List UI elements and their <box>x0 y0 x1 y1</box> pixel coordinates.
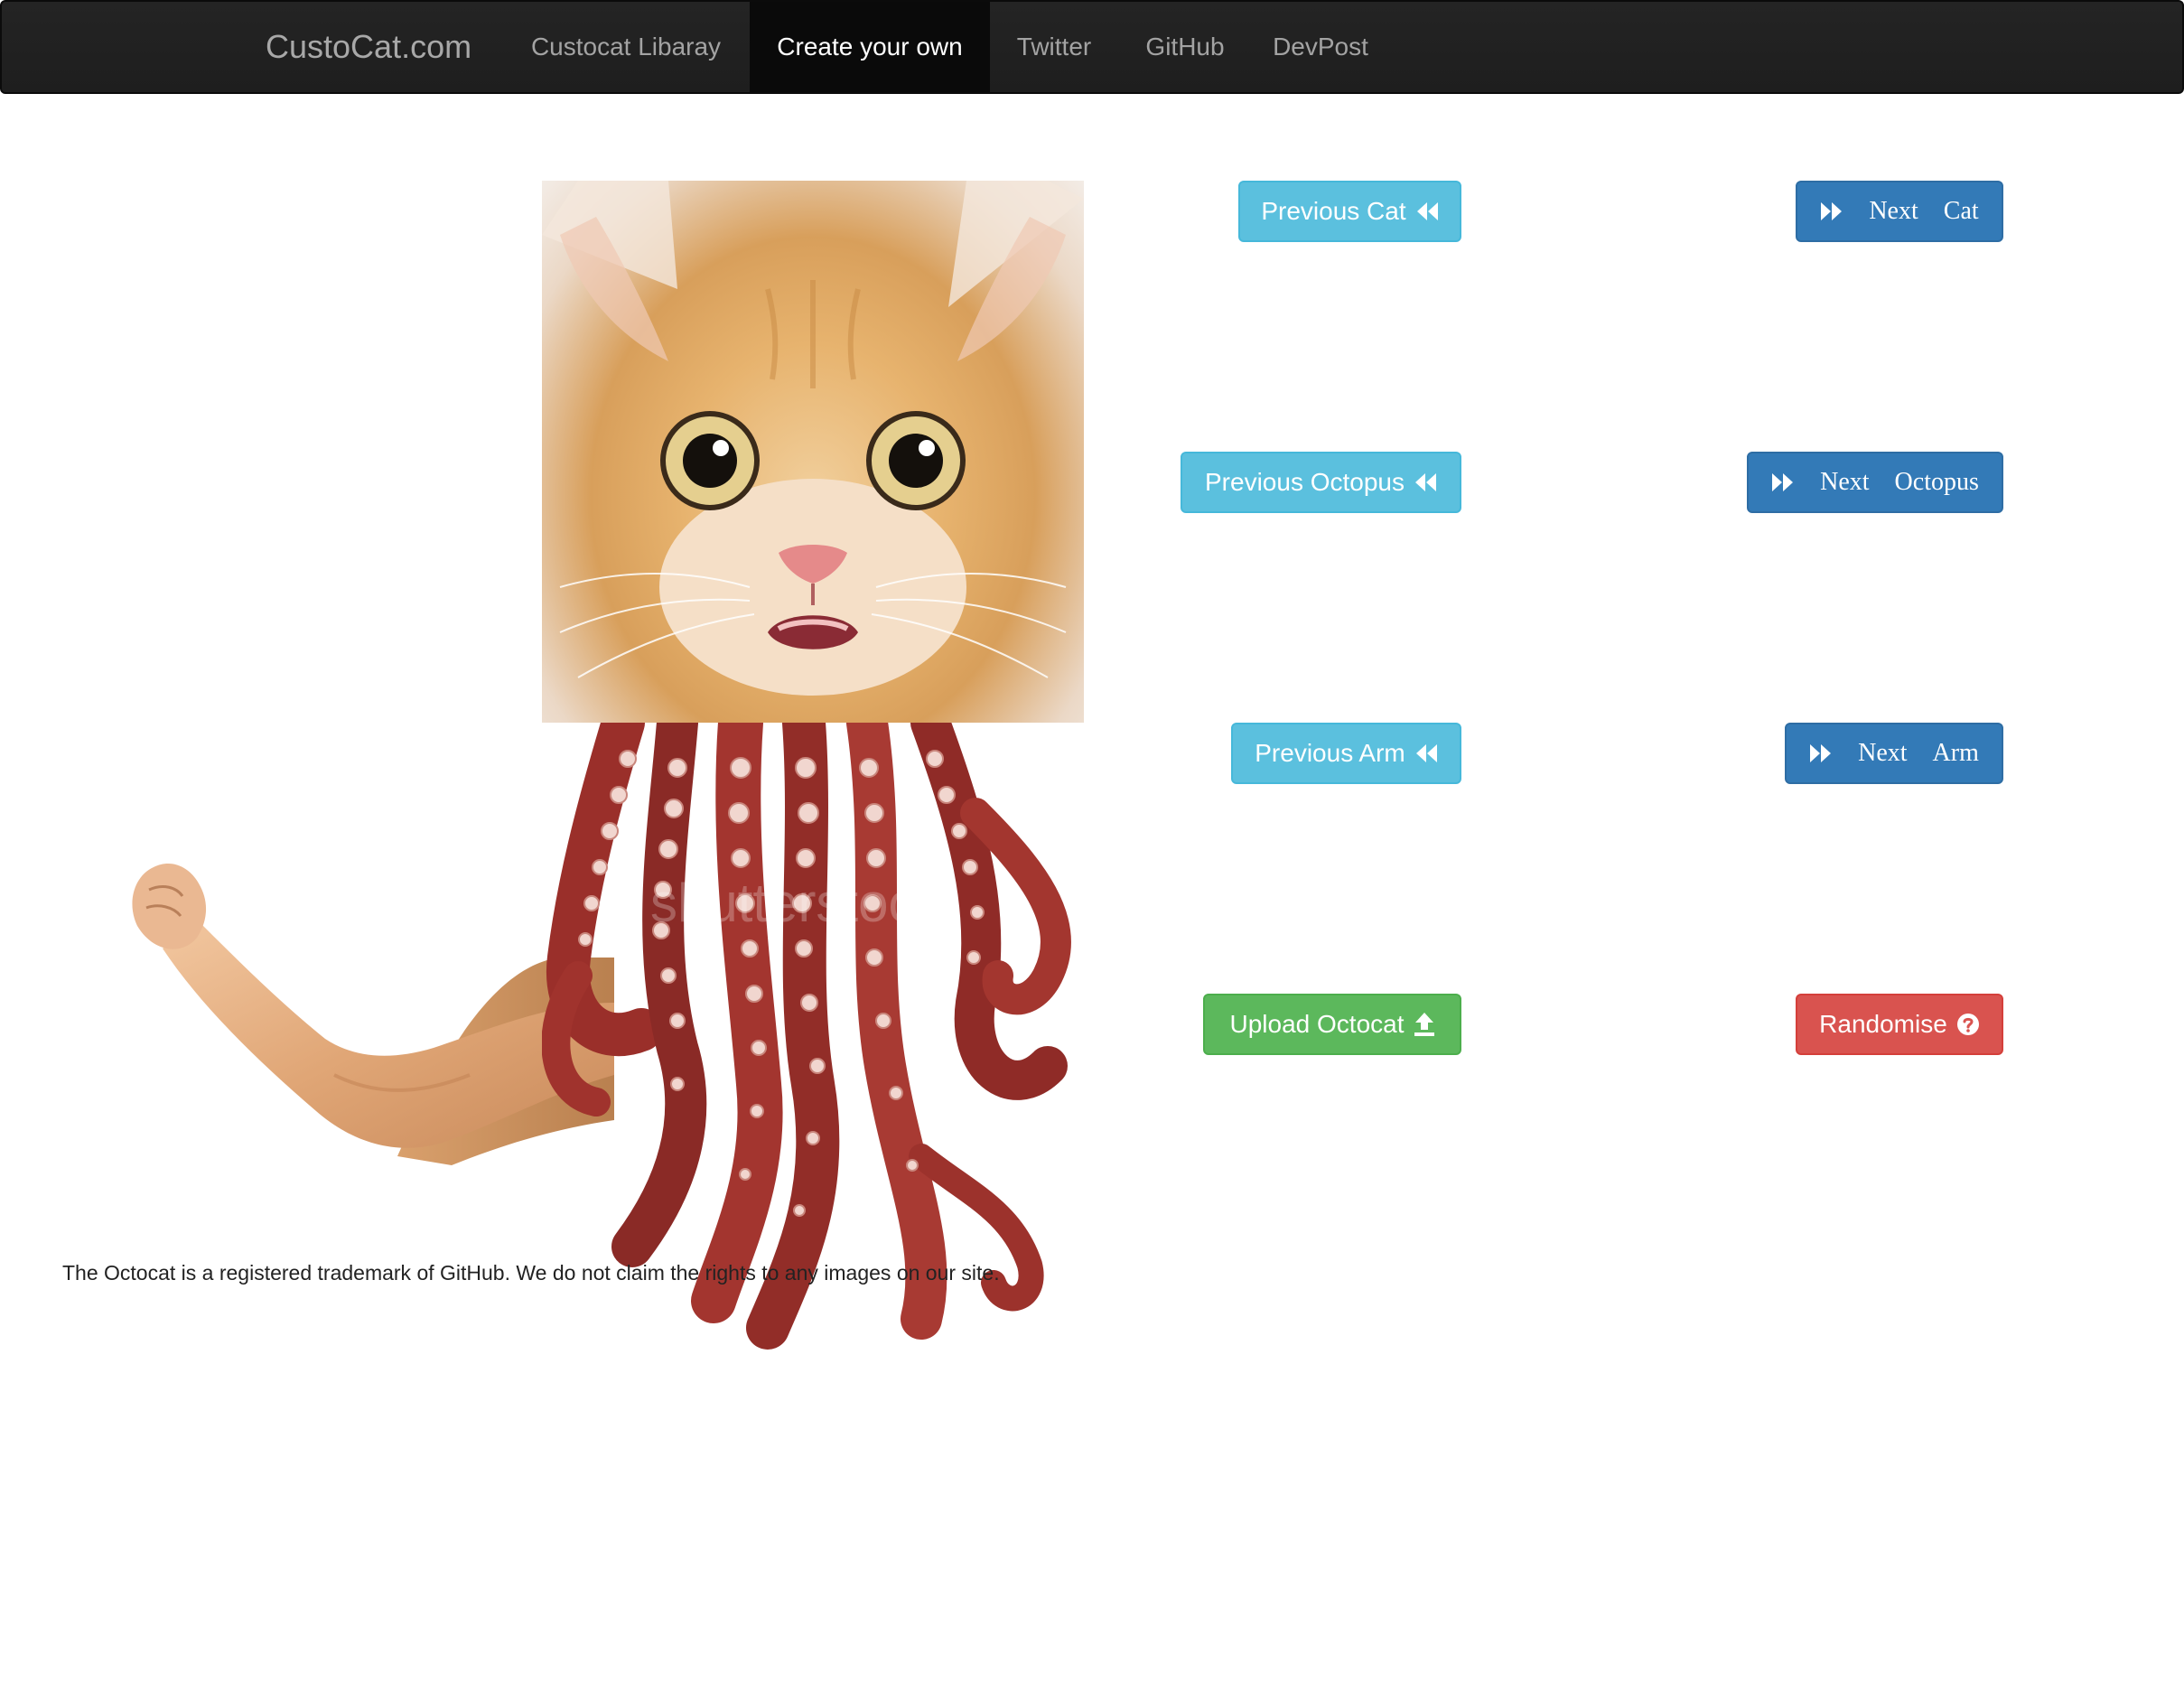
next-arm-button[interactable]: Next Arm <box>1785 723 2003 784</box>
previous-cat-button[interactable]: Previous Cat <box>1238 181 1461 242</box>
previous-cat-label: Previous Cat <box>1261 197 1406 225</box>
previous-octopus-label: Previous Octopus <box>1205 468 1405 496</box>
previous-arm-button[interactable]: Previous Arm <box>1231 723 1461 784</box>
top-navbar: CustoCat.com Custocat Libaray Create you… <box>0 0 2184 94</box>
next-cat-button[interactable]: Next Cat <box>1796 181 2003 242</box>
randomise-label: Randomise <box>1819 1010 1947 1038</box>
question-circle-icon <box>1956 1013 1980 1036</box>
backward-icon <box>1415 201 1439 222</box>
next-arm-label-next: Next <box>1858 739 1908 767</box>
next-octopus-label-octopus: Octopus <box>1894 468 1979 496</box>
previous-octopus-button[interactable]: Previous Octopus <box>1181 452 1461 513</box>
nav-link-library[interactable]: Custocat Libaray <box>503 2 749 92</box>
backward-icon <box>1414 743 1438 764</box>
randomise-button[interactable]: Randomise <box>1796 994 2003 1055</box>
watermark-text: shutterstock <box>650 873 943 933</box>
forward-icon <box>1820 201 1843 222</box>
upload-octocat-label: Upload Octocat <box>1229 1010 1405 1038</box>
octocat-preview: shutterstock <box>126 181 1093 1350</box>
octopus-tentacles-image: shutterstock <box>542 705 1071 1350</box>
brand-link[interactable]: CustoCat.com <box>266 2 471 92</box>
upload-icon <box>1414 1012 1435 1037</box>
nav-link-create-your-own[interactable]: Create your own <box>750 2 990 92</box>
next-cat-label-next: Next <box>1869 197 1918 225</box>
forward-icon <box>1771 472 1795 493</box>
nav-link-twitter[interactable]: Twitter <box>991 2 1117 92</box>
nav-link-devpost[interactable]: DevPost <box>1253 2 1388 92</box>
nav-link-github[interactable]: GitHub <box>1122 2 1248 92</box>
next-octopus-label-next: Next <box>1820 468 1870 496</box>
cat-face-image <box>542 181 1084 723</box>
next-octopus-button[interactable]: Next Octopus <box>1747 452 2003 513</box>
trademark-disclaimer: The Octocat is a registered trademark of… <box>62 1261 1000 1285</box>
upload-octocat-button[interactable]: Upload Octocat <box>1203 994 1461 1055</box>
next-cat-label-cat: Cat <box>1943 197 1979 225</box>
backward-icon <box>1414 472 1437 493</box>
forward-icon <box>1809 743 1833 764</box>
previous-arm-label: Previous Arm <box>1255 739 1405 767</box>
next-arm-label-arm: Arm <box>1932 739 1979 767</box>
arm-image <box>132 864 614 1165</box>
